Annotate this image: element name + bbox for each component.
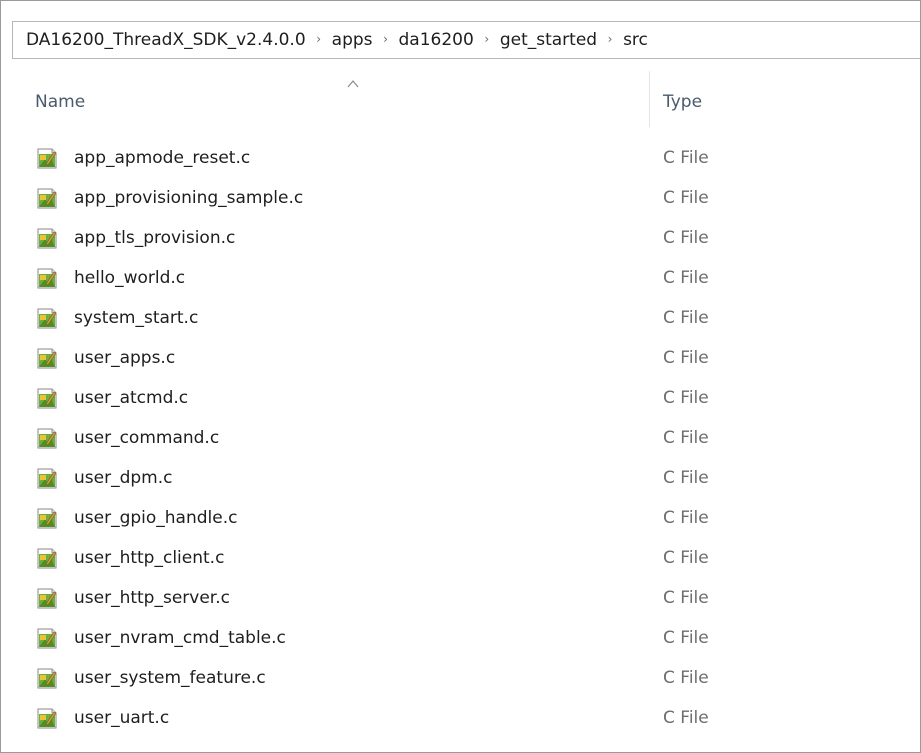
column-header-row: Name Type: [21, 71, 920, 127]
file-row[interactable]: system_start.c C File: [21, 299, 920, 339]
file-type: C File: [663, 388, 709, 408]
breadcrumb-separator-icon[interactable]: ›: [474, 32, 500, 46]
file-name[interactable]: hello_world.c: [74, 268, 185, 288]
file-row[interactable]: user_atcmd.c C File: [21, 379, 920, 419]
file-type: C File: [663, 468, 709, 488]
file-row[interactable]: user_apps.c C File: [21, 339, 920, 379]
file-type: C File: [663, 668, 709, 688]
file-row[interactable]: app_apmode_reset.c C File: [21, 139, 920, 179]
file-name[interactable]: user_http_server.c: [74, 588, 230, 608]
file-type: C File: [663, 188, 709, 208]
column-header-type[interactable]: Type: [663, 92, 702, 112]
breadcrumb-item-src[interactable]: src: [623, 28, 648, 52]
c-source-file-icon: [37, 587, 57, 609]
sort-ascending-caret-icon: [347, 80, 359, 88]
c-source-file-icon: [37, 187, 57, 209]
file-name[interactable]: app_apmode_reset.c: [74, 148, 250, 168]
file-name[interactable]: user_system_feature.c: [74, 668, 266, 688]
c-source-file-icon: [37, 427, 57, 449]
c-source-file-icon: [37, 627, 57, 649]
file-name[interactable]: app_tls_provision.c: [74, 228, 235, 248]
file-type: C File: [663, 148, 709, 168]
file-name[interactable]: system_start.c: [74, 308, 198, 328]
c-source-file-icon: [37, 267, 57, 289]
file-row[interactable]: user_http_server.c C File: [21, 579, 920, 619]
address-bar[interactable]: DA16200_ThreadX_SDK_v2.4.0.0 › apps › da…: [12, 21, 920, 59]
breadcrumb-separator-icon[interactable]: ›: [306, 32, 332, 46]
file-row[interactable]: user_uart.c C File: [21, 699, 920, 739]
c-source-file-icon: [37, 707, 57, 729]
file-name[interactable]: user_gpio_handle.c: [74, 508, 237, 528]
c-source-file-icon: [37, 307, 57, 329]
file-name[interactable]: app_provisioning_sample.c: [74, 188, 303, 208]
file-row[interactable]: user_gpio_handle.c C File: [21, 499, 920, 539]
file-name[interactable]: user_uart.c: [74, 708, 169, 728]
file-row[interactable]: user_http_client.c C File: [21, 539, 920, 579]
file-type: C File: [663, 508, 709, 528]
file-type: C File: [663, 348, 709, 368]
file-type: C File: [663, 268, 709, 288]
file-list: app_apmode_reset.c C File app_provisioning…: [21, 139, 920, 739]
file-type: C File: [663, 588, 709, 608]
breadcrumb-separator-icon[interactable]: ›: [597, 32, 623, 46]
c-source-file-icon: [37, 547, 57, 569]
file-row[interactable]: user_nvram_cmd_table.c C File: [21, 619, 920, 659]
file-explorer-window: DA16200_ThreadX_SDK_v2.4.0.0 › apps › da…: [0, 0, 921, 753]
file-type: C File: [663, 628, 709, 648]
file-row[interactable]: user_system_feature.c C File: [21, 659, 920, 699]
c-source-file-icon: [37, 347, 57, 369]
c-source-file-icon: [37, 467, 57, 489]
file-name[interactable]: user_apps.c: [74, 348, 175, 368]
c-source-file-icon: [37, 667, 57, 689]
file-row[interactable]: user_dpm.c C File: [21, 459, 920, 499]
file-name[interactable]: user_http_client.c: [74, 548, 224, 568]
breadcrumb-separator-icon[interactable]: ›: [373, 32, 399, 46]
file-row[interactable]: hello_world.c C File: [21, 259, 920, 299]
breadcrumb-item-apps[interactable]: apps: [332, 28, 373, 52]
file-name[interactable]: user_atcmd.c: [74, 388, 188, 408]
file-type: C File: [663, 548, 709, 568]
file-name[interactable]: user_dpm.c: [74, 468, 172, 488]
c-source-file-icon: [37, 147, 57, 169]
c-source-file-icon: [37, 227, 57, 249]
file-row[interactable]: user_command.c C File: [21, 419, 920, 459]
breadcrumb-item-sdk-root[interactable]: DA16200_ThreadX_SDK_v2.4.0.0: [26, 28, 306, 52]
column-header-name[interactable]: Name: [35, 92, 85, 112]
file-row[interactable]: app_tls_provision.c C File: [21, 219, 920, 259]
file-name[interactable]: user_nvram_cmd_table.c: [74, 628, 286, 648]
file-name[interactable]: user_command.c: [74, 428, 219, 448]
file-type: C File: [663, 228, 709, 248]
file-type: C File: [663, 708, 709, 728]
file-type: C File: [663, 308, 709, 328]
c-source-file-icon: [37, 387, 57, 409]
breadcrumb-item-da16200[interactable]: da16200: [399, 28, 474, 52]
breadcrumb-item-get-started[interactable]: get_started: [500, 28, 597, 52]
c-source-file-icon: [37, 507, 57, 529]
file-row[interactable]: app_provisioning_sample.c C File: [21, 179, 920, 219]
column-divider[interactable]: [649, 71, 650, 127]
file-type: C File: [663, 428, 709, 448]
